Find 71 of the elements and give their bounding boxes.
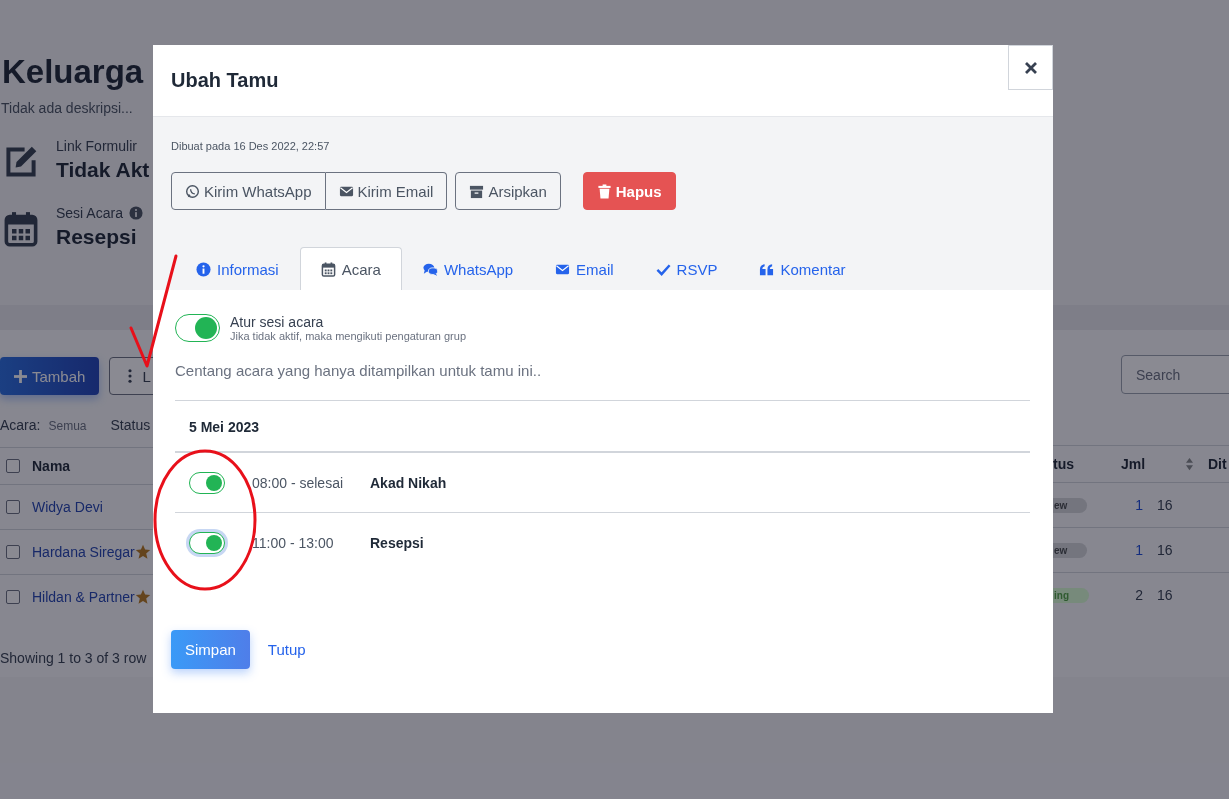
detail-value: Resepsi xyxy=(56,224,138,250)
detail-label: Link Formulir xyxy=(56,138,137,154)
instruction-text: Centang acara yang hanya ditampilkan untuk tamu ini.. xyxy=(175,362,1030,401)
send-button[interactable]: Kirim WhatsApp xyxy=(171,172,326,210)
status-pill: ew xyxy=(1053,542,1088,558)
close-link[interactable]: Tutup xyxy=(267,641,306,658)
column-header: Jml xyxy=(1121,456,1143,472)
table-cell: 16 xyxy=(1157,497,1173,513)
whatsapp-icon xyxy=(185,183,200,199)
filter-value[interactable]: Semua xyxy=(48,419,87,433)
guest-name-link[interactable]: Widya Devi xyxy=(32,499,103,515)
tab[interactable]: Email xyxy=(534,247,635,290)
detail-label: Sesi Acara xyxy=(56,205,123,221)
table-footer-text: Showing 1 to 3 of 3 row xyxy=(0,649,148,666)
sort-icon[interactable] xyxy=(1185,457,1194,471)
filter-label: Status xyxy=(110,417,151,433)
table-cell-text: 1 xyxy=(1134,542,1143,558)
tab[interactable]: Komentar xyxy=(738,247,867,290)
page-description: Tidak ada deskripsi... xyxy=(1,100,134,116)
page-title: Keluarga xyxy=(1,52,145,92)
tab[interactable]: RSVP xyxy=(634,247,739,290)
event-name: Akad Nikah xyxy=(370,474,447,491)
detail-value: Tidak Akt xyxy=(56,157,150,183)
table-cell-text: 2 xyxy=(1134,587,1143,603)
dialog-title: Ubah Tamu xyxy=(171,69,279,92)
info-icon xyxy=(196,261,211,277)
checkbox[interactable] xyxy=(6,545,20,559)
search-field[interactable]: Search xyxy=(1121,355,1229,394)
calendar-icon xyxy=(320,261,336,277)
toggle-switch[interactable] xyxy=(189,471,225,494)
status-pill: ew xyxy=(1053,497,1088,513)
calendar-icon xyxy=(2,211,40,247)
table-cell: 16 xyxy=(1157,542,1173,558)
chat-bubbles-icon xyxy=(422,261,438,277)
column-header: tus xyxy=(1053,456,1074,472)
tab[interactable]: Informasi xyxy=(175,247,300,290)
toggle-hint: Jika tidak aktif, maka mengikuti pengaturan grup xyxy=(230,330,467,342)
guest-name-link[interactable]: Hildan & Partner xyxy=(32,589,135,605)
menu-button[interactable]: L xyxy=(109,357,153,395)
filter-label: Acara: xyxy=(0,417,41,433)
created-date-text: Dibuat pada 16 Des 2022, 22:57 xyxy=(171,140,331,152)
tab[interactable]: Acara xyxy=(299,247,402,290)
event-time: 08:00 - selesai xyxy=(252,474,345,491)
plus-icon xyxy=(14,369,27,383)
guest-name-link[interactable]: Hardana Siregar xyxy=(32,544,135,560)
send-button[interactable]: Kirim Email xyxy=(325,172,448,210)
close-icon xyxy=(1023,60,1038,75)
close-button[interactable] xyxy=(1008,45,1053,90)
checkbox[interactable] xyxy=(6,459,20,473)
info-icon[interactable] xyxy=(128,206,143,220)
event-name: Resepsi xyxy=(370,534,424,551)
tab[interactable]: WhatsApp xyxy=(401,247,535,290)
status-pill: ing xyxy=(1053,587,1089,603)
kebab-icon xyxy=(128,369,133,383)
checkbox[interactable] xyxy=(6,500,20,514)
date-heading: 5 Mei 2023 xyxy=(189,419,260,435)
table-cell-text: 1 xyxy=(1134,497,1143,513)
archive-button[interactable]: Arsipkan xyxy=(455,172,561,210)
add-button[interactable]: Tambah xyxy=(0,357,100,395)
archive-box-icon xyxy=(469,183,485,199)
checkbox[interactable] xyxy=(6,590,20,604)
column-header: Dit xyxy=(1208,456,1227,472)
event-time: 11:00 - 13:00 xyxy=(252,534,335,551)
table-cell: 16 xyxy=(1157,587,1173,603)
column-header: Nama xyxy=(32,458,71,474)
quote-icon xyxy=(759,261,775,277)
toggle-label: Atur sesi acara xyxy=(230,314,325,330)
delete-button[interactable]: Hapus xyxy=(582,172,676,210)
toggle-switch[interactable] xyxy=(175,314,220,342)
trash-icon xyxy=(596,183,612,199)
save-button[interactable]: Simpan xyxy=(171,630,250,669)
